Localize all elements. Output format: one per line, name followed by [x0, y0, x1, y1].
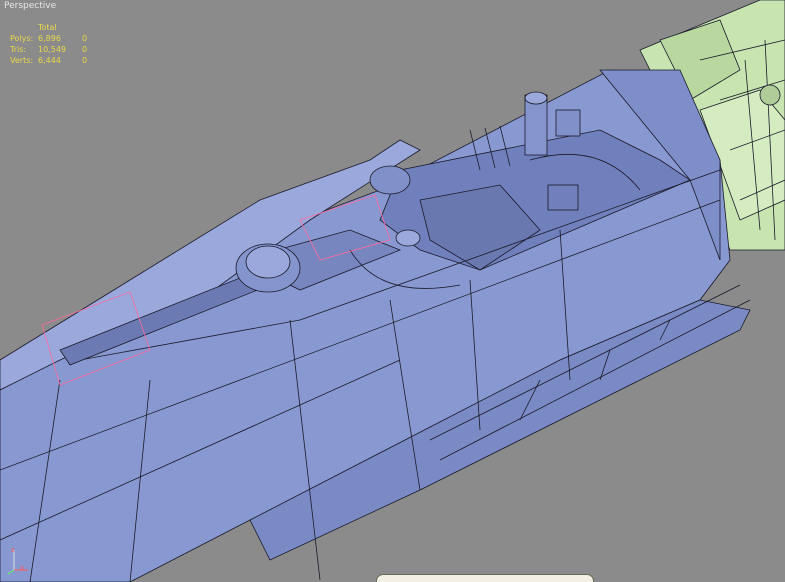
axis-z-label: z	[11, 546, 15, 554]
viewport-label[interactable]: Perspective	[4, 1, 56, 11]
fuselage-mesh	[0, 69, 751, 582]
scene-statistics: Total Polys: 6,896 0 Tris: 10,549 0 Vert…	[10, 22, 94, 66]
stats-row-tris: Tris: 10,549 0	[10, 45, 88, 54]
stats-header: Total	[38, 23, 57, 32]
3d-model-render[interactable]	[0, 0, 785, 582]
stats-row-verts: Verts: 6,444 0	[10, 56, 88, 65]
stats-header-row: Total	[10, 22, 94, 33]
axis-x-label: x	[20, 564, 25, 572]
stats-row-polys: Polys: 6,896 0	[10, 34, 88, 43]
bottom-status-tab[interactable]	[376, 574, 594, 582]
perspective-viewport[interactable]: Perspective Total Polys: 6,896 0 Tris: 1…	[0, 0, 785, 582]
axis-gizmo-icon: z x	[4, 540, 34, 576]
